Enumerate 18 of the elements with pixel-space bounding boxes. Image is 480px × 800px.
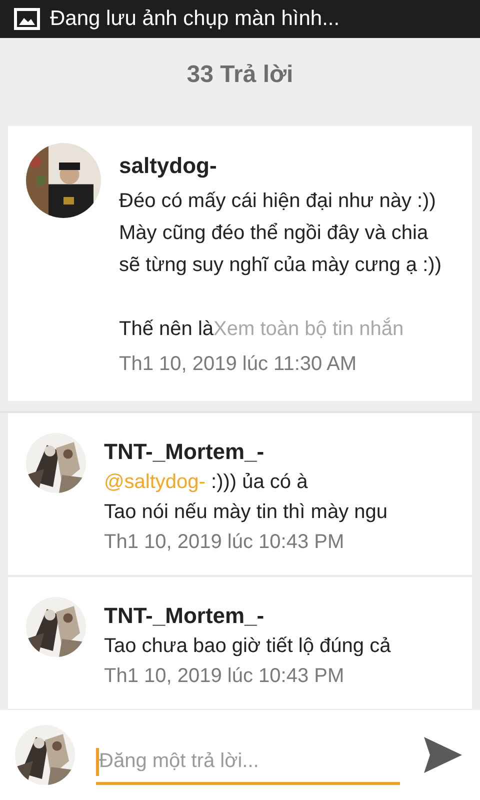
reply-time: Th1 10, 2019 lúc 10:43 PM (104, 530, 346, 555)
replies-count-title: 33 Trả lời (186, 61, 294, 89)
reply-time: Th1 10, 2019 lúc 10:43 PM (104, 664, 346, 689)
author-name[interactable]: TNT-_Mortem_- (104, 437, 388, 467)
post-text: Đéo có mấy cái hiện đại như này :)) (119, 189, 437, 214)
post-text: Thế nên làXem toàn bộ tin nhắn (119, 316, 405, 342)
author-name[interactable]: TNT-_Mortem_- (104, 601, 391, 631)
post-time: Th1 10, 2019 lúc 11:30 AM (119, 352, 358, 377)
post-text: Mày cũng đéo thể ngồi đây và chia (119, 221, 430, 246)
reply-text: Tao nói nếu mày tin thì mày ngu (104, 500, 388, 525)
reply-text: Tao chưa bao giờ tiết lộ đúng cả (104, 634, 391, 659)
notification-text: Đang lưu ảnh chụp màn hình... (50, 7, 340, 31)
image-icon (14, 8, 40, 30)
send-button[interactable] (422, 735, 464, 775)
post-text: sẽ từng suy nghĩ của mày cưng ạ :)) (119, 253, 442, 278)
author-name[interactable]: saltydog- (119, 151, 442, 181)
reply-input-field[interactable]: Đăng một trả lời... (96, 742, 400, 784)
reply-text: @saltydog- :))) ủa có à (104, 470, 309, 495)
